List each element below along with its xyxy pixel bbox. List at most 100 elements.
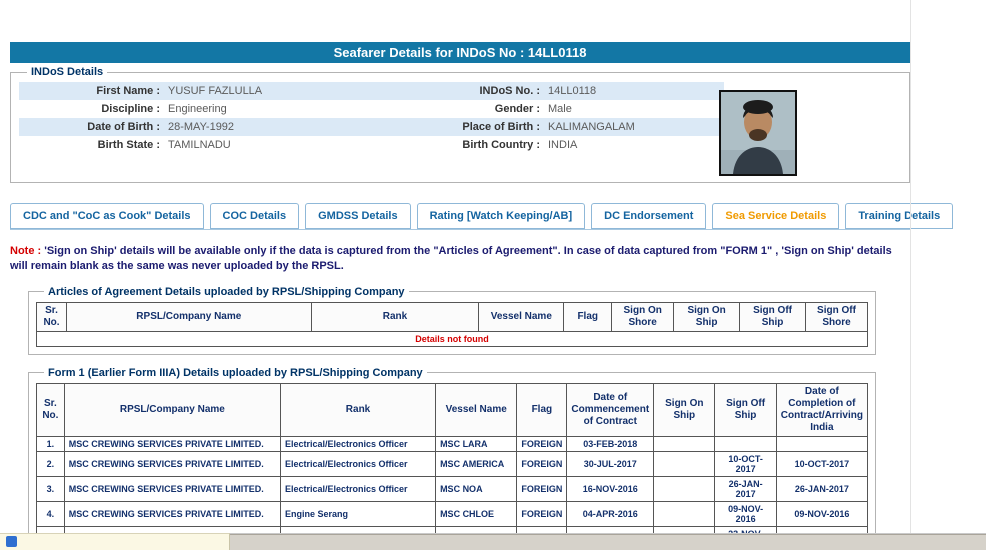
cell-sign-on-ship bbox=[653, 475, 716, 502]
tab-dc-endorsement[interactable]: DC Endorsement bbox=[591, 203, 707, 229]
cell-sign-on-ship bbox=[653, 500, 716, 527]
form1-section: Form 1 (Earlier Form IIIA) Details uploa… bbox=[28, 366, 876, 550]
column-header: Rank bbox=[279, 382, 437, 437]
note-label: Note : bbox=[10, 245, 42, 257]
detail-row: Discipline : Engineering Gender : Male bbox=[19, 100, 724, 118]
column-header: Sign Off Ship bbox=[714, 382, 777, 437]
birth-country-label: Birth Country : bbox=[462, 139, 540, 151]
cell-vessel: MSC AMERICA bbox=[435, 450, 518, 477]
column-header: Vessel Name bbox=[435, 382, 518, 437]
cell-vessel: MSC CHLOE bbox=[435, 500, 518, 527]
detail-row: Date of Birth : 28-MAY-1992 Place of Bir… bbox=[19, 118, 724, 136]
column-header: Sr. No. bbox=[36, 382, 65, 437]
table-row: 1. MSC CREWING SERVICES PRIVATE LIMITED.… bbox=[36, 435, 869, 452]
discipline-label: Discipline : bbox=[101, 103, 160, 115]
tab-coc-details[interactable]: COC Details bbox=[209, 203, 300, 229]
cell-sr-no: 1. bbox=[36, 435, 65, 452]
column-header: Vessel Name bbox=[478, 301, 565, 332]
column-header: Sign On Shore bbox=[611, 301, 675, 332]
cell-sign-on-ship bbox=[653, 435, 716, 452]
details-not-found-message: Details not found bbox=[36, 330, 868, 347]
form1-table: Sr. No. RPSL/Company Name Rank Vessel Na… bbox=[36, 382, 869, 550]
cell-commencement-date: 30-JUL-2017 bbox=[566, 450, 655, 477]
tab-sea-service-details[interactable]: Sea Service Details bbox=[712, 203, 840, 229]
articles-of-agreement-section: Articles of Agreement Details uploaded b… bbox=[28, 285, 876, 355]
column-header: RPSL/Company Name bbox=[63, 382, 281, 437]
cell-rank: Electrical/Electronics Officer bbox=[279, 475, 437, 502]
birth-country-value: INDIA bbox=[548, 139, 578, 151]
cell-rank: Engine Serang bbox=[279, 500, 437, 527]
seafarer-photo bbox=[719, 90, 797, 176]
note-body: 'Sign on Ship' details will be available… bbox=[10, 245, 892, 272]
column-header: Sign Off Shore bbox=[805, 301, 868, 332]
indos-no-label: INDoS No. : bbox=[479, 85, 541, 97]
cell-sign-off-ship: 10-OCT-2017 bbox=[714, 450, 777, 477]
date-of-birth-label: Date of Birth : bbox=[87, 121, 160, 133]
cell-sign-on-ship bbox=[653, 450, 716, 477]
cell-company: MSC CREWING SERVICES PRIVATE LIMITED. bbox=[63, 450, 281, 477]
cell-rank: Electrical/Electronics Officer bbox=[279, 435, 437, 452]
column-header: Flag bbox=[563, 301, 613, 332]
content-right-border bbox=[910, 0, 911, 533]
cell-rank: Electrical/Electronics Officer bbox=[279, 450, 437, 477]
table-header-row: Sr. No. RPSL/Company Name Rank Vessel Na… bbox=[36, 382, 869, 437]
column-header: Sign On Ship bbox=[653, 382, 716, 437]
cell-sign-off-ship: 26-JAN-2017 bbox=[714, 475, 777, 502]
cell-sr-no: 3. bbox=[36, 475, 65, 502]
content-area: Seafarer Details for INDoS No : 14LL0118… bbox=[10, 42, 954, 550]
notification-strip bbox=[0, 533, 230, 550]
detail-row: Birth State : TAMILNADU Birth Country : … bbox=[19, 136, 724, 154]
table-row: 2. MSC CREWING SERVICES PRIVATE LIMITED.… bbox=[36, 450, 869, 477]
tab-rating-watch-keeping-ab[interactable]: Rating [Watch Keeping/AB] bbox=[416, 203, 586, 229]
discipline-value: Engineering bbox=[168, 103, 227, 115]
tab-bar: CDC and "CoC as Cook" Details COC Detail… bbox=[10, 203, 954, 230]
cell-vessel: MSC LARA bbox=[435, 435, 518, 452]
cell-completion-date: 10-OCT-2017 bbox=[775, 450, 869, 477]
detail-row: First Name : YUSUF FAZLULLA INDoS No. : … bbox=[19, 82, 724, 100]
column-header: Rank bbox=[310, 301, 480, 332]
gender-label: Gender : bbox=[494, 103, 540, 115]
page-title: Seafarer Details for INDoS No : 14LL0118 bbox=[10, 42, 910, 63]
date-of-birth-value: 28-MAY-1992 bbox=[168, 121, 235, 133]
first-name-label: First Name : bbox=[96, 85, 160, 97]
cell-sr-no: 4. bbox=[36, 500, 65, 527]
cell-company: MSC CREWING SERVICES PRIVATE LIMITED. bbox=[63, 475, 281, 502]
first-name-value: YUSUF FAZLULLA bbox=[168, 85, 263, 97]
table-row: Details not found bbox=[36, 330, 868, 347]
column-header: Date of Commencement of Contract bbox=[566, 382, 655, 437]
cell-flag: FOREIGN bbox=[516, 450, 568, 477]
indos-details-section: INDoS Details First Name : YUSUF FAZLULL… bbox=[10, 66, 910, 183]
form1-legend: Form 1 (Earlier Form IIIA) Details uploa… bbox=[48, 366, 423, 379]
portrait-placeholder-icon bbox=[721, 92, 795, 174]
column-header: Sign On Ship bbox=[673, 301, 741, 332]
birth-state-value: TAMILNADU bbox=[168, 139, 231, 151]
browser-page-icon[interactable] bbox=[6, 536, 17, 547]
table-row: 3. MSC CREWING SERVICES PRIVATE LIMITED.… bbox=[36, 475, 869, 502]
articles-table: Sr. No. RPSL/Company Name Rank Vessel Na… bbox=[36, 301, 868, 347]
cell-sr-no: 2. bbox=[36, 450, 65, 477]
indos-details-table: First Name : YUSUF FAZLULLA INDoS No. : … bbox=[19, 82, 724, 154]
gender-value: Male bbox=[548, 103, 572, 115]
column-header: Flag bbox=[516, 382, 568, 437]
indos-no-value: 14LL0118 bbox=[548, 85, 597, 97]
tab-cdc-coc-as-cook-details[interactable]: CDC and "CoC as Cook" Details bbox=[10, 203, 204, 229]
cell-vessel: MSC NOA bbox=[435, 475, 518, 502]
tab-training-details[interactable]: Training Details bbox=[845, 203, 954, 229]
cell-commencement-date: 16-NOV-2016 bbox=[566, 475, 655, 502]
cell-flag: FOREIGN bbox=[516, 475, 568, 502]
cell-company: MSC CREWING SERVICES PRIVATE LIMITED. bbox=[63, 435, 281, 452]
column-header: Sign Off Ship bbox=[739, 301, 806, 332]
table-row: 4. MSC CREWING SERVICES PRIVATE LIMITED.… bbox=[36, 500, 869, 527]
indos-details-legend: INDoS Details bbox=[31, 66, 104, 78]
column-header: Sr. No. bbox=[36, 301, 67, 332]
cell-completion-date bbox=[775, 435, 869, 452]
note-text: Note : 'Sign on Ship' details will be av… bbox=[10, 244, 908, 274]
cell-completion-date: 26-JAN-2017 bbox=[775, 475, 869, 502]
articles-legend: Articles of Agreement Details uploaded b… bbox=[48, 285, 405, 298]
cell-company: MSC CREWING SERVICES PRIVATE LIMITED. bbox=[63, 500, 281, 527]
cell-completion-date: 09-NOV-2016 bbox=[775, 500, 869, 527]
cell-flag: FOREIGN bbox=[516, 435, 568, 452]
column-header: Date of Completion of Contract/Arriving … bbox=[775, 382, 869, 437]
cell-commencement-date: 03-FEB-2018 bbox=[566, 435, 655, 452]
tab-gmdss-details[interactable]: GMDSS Details bbox=[305, 203, 411, 229]
